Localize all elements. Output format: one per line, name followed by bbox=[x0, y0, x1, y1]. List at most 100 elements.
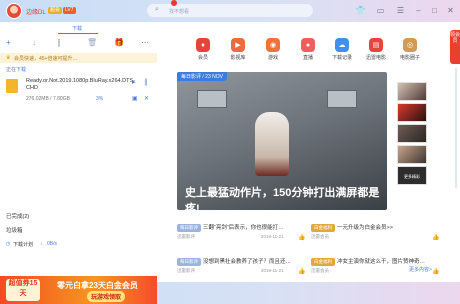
hero-figure bbox=[255, 112, 289, 176]
vip-boost-icon[interactable]: 🎁 bbox=[114, 38, 124, 47]
file-progress: 3% bbox=[96, 96, 104, 102]
side-vip-button[interactable]: 领会员 bbox=[450, 30, 460, 64]
vip-icon: ♦ bbox=[196, 38, 210, 52]
download-toolbar: + ↓ ∥ 🗑 🎁 ⋯ bbox=[0, 35, 157, 49]
thumbnail[interactable] bbox=[397, 145, 427, 164]
article-title: 冲女主演你就这么干，图片赞神奇… bbox=[337, 259, 426, 265]
article-item[interactable]: 每日影评 没想到黑社会教养了孩子？而且还… 迅雷影评 2019-11-21 👍 bbox=[177, 256, 307, 284]
thumbs-up-icon[interactable]: 👍 bbox=[298, 234, 305, 241]
cloud-icon: ☁ bbox=[335, 38, 349, 52]
nav-label: 迅雷电影 bbox=[365, 55, 386, 61]
article-author: 迅雷会员 bbox=[311, 234, 329, 239]
article-label: 白金福利 bbox=[311, 258, 335, 266]
banner-cta[interactable]: 玩游戏领取 bbox=[87, 291, 126, 302]
tab-download-label: 下载 bbox=[72, 26, 83, 32]
article-meta: 迅雷会员 👍 bbox=[311, 234, 441, 241]
menu-icon[interactable]: ☰ bbox=[396, 6, 405, 15]
film-icon: ▶ bbox=[231, 38, 245, 52]
nav-vip[interactable]: ♦ 会员 bbox=[190, 38, 216, 61]
pause-item-icon[interactable]: ∥ bbox=[144, 78, 148, 86]
thumbs-up-icon[interactable]: 👍 bbox=[432, 268, 439, 275]
search-icon[interactable]: ⌕ bbox=[155, 6, 159, 14]
thumbnail[interactable] bbox=[397, 124, 427, 143]
promo-banner[interactable]: 超值券15天 零元白拿23天白金会员 玩游戏领取 bbox=[0, 276, 157, 304]
train-window bbox=[197, 90, 227, 108]
minimize-icon[interactable]: – bbox=[414, 6, 423, 15]
article-date: 2019-11-21 bbox=[261, 268, 284, 273]
coupon-card: 超值券15天 bbox=[6, 279, 40, 301]
thumbnail[interactable] bbox=[397, 82, 427, 101]
article-meta: 迅雷影评 2019-11-21 👍 bbox=[177, 268, 307, 275]
schedule-label[interactable]: 下载计划 bbox=[13, 241, 33, 248]
play-icon[interactable]: ▸ bbox=[132, 78, 136, 86]
nav-label: 会员 bbox=[197, 55, 208, 61]
username[interactable]: 边缘DL bbox=[26, 7, 46, 16]
download-icon[interactable]: ↓ bbox=[32, 38, 36, 47]
nav-games[interactable]: ◉ 游戏 bbox=[260, 38, 286, 61]
thumbnail-more[interactable]: 更多精彩 bbox=[397, 166, 427, 185]
tab-download[interactable]: 下载 bbox=[0, 22, 157, 34]
thumbs-up-icon[interactable]: 👍 bbox=[432, 234, 439, 241]
download-item[interactable]: Ready.or.Not.2019.1080p.BluRay.x264.DTS-… bbox=[0, 75, 157, 107]
thumbs-up-icon[interactable]: 👍 bbox=[298, 268, 305, 275]
thumbnail[interactable] bbox=[397, 103, 427, 122]
speed-value: 0B/s bbox=[47, 241, 58, 247]
article-label: 每日影评 bbox=[177, 258, 201, 266]
hero-banner[interactable]: 每日影评 / 23 NOV 史上最猛动作片，150分钟打出满屏都是疼! bbox=[177, 72, 387, 210]
article-item[interactable]: 白金福利 一元升级为白金会员>> 迅雷会员 👍 bbox=[311, 222, 441, 250]
trash-link[interactable]: 垃圾箱 bbox=[6, 226, 23, 234]
more-icon[interactable]: ⋯ bbox=[141, 38, 149, 47]
nav-history[interactable]: ☁ 下载记录 bbox=[329, 38, 355, 61]
article-meta: 迅雷影评 2019-11-21 👍 bbox=[177, 234, 307, 241]
thumbnail-strip: 更多精彩 bbox=[397, 82, 427, 187]
article-author: 迅雷影评 bbox=[177, 268, 195, 273]
folder-open-icon[interactable]: ▣ bbox=[132, 95, 138, 102]
scrollbar[interactable] bbox=[455, 68, 457, 188]
message-icon[interactable]: ▭ bbox=[376, 6, 385, 15]
nav-label: 游戏 bbox=[267, 55, 278, 61]
tab-underline bbox=[58, 33, 98, 34]
gamepad-icon: ◉ bbox=[266, 38, 280, 52]
skin-icon[interactable]: 👕 bbox=[356, 6, 366, 15]
maximize-icon[interactable]: □ bbox=[430, 6, 439, 15]
notice-text: 会员快速，45+倍速可提升… bbox=[14, 56, 78, 62]
search-input[interactable]: 找不想看 bbox=[169, 8, 189, 15]
nav-xunlei-movie[interactable]: ▤ 迅雷电影 bbox=[363, 38, 389, 61]
delete-item-icon[interactable]: ✕ bbox=[144, 95, 149, 102]
pause-icon[interactable]: ∥ bbox=[57, 38, 61, 47]
nav-video-library[interactable]: ▶ 影视库 bbox=[225, 38, 251, 61]
download-panel: 下载 + ↓ ∥ 🗑 🎁 ⋯ ♛ 会员快速，45+倍速可提升… 正在下载 Rea… bbox=[0, 22, 157, 304]
folder-icon bbox=[6, 79, 18, 93]
vip-notice[interactable]: ♛ 会员快速，45+倍速可提升… bbox=[0, 53, 157, 63]
completed-link[interactable]: 已完成(2) bbox=[6, 212, 29, 220]
nav-live[interactable]: ● 直播 bbox=[295, 38, 321, 61]
article-author: 迅雷会员 bbox=[311, 268, 329, 273]
delete-icon[interactable]: 🗑 bbox=[87, 38, 97, 47]
article-title: 三翻“亮剑”后表示，你也很能打… bbox=[203, 225, 284, 231]
add-icon[interactable]: + bbox=[6, 38, 11, 47]
section-downloading: 正在下载 bbox=[6, 67, 27, 73]
article-author: 迅雷影评 bbox=[177, 234, 195, 239]
avatar[interactable] bbox=[6, 3, 22, 19]
nav-label: 直播 bbox=[302, 55, 313, 61]
circle-icon: ◎ bbox=[403, 38, 417, 52]
hero-tag: 每日影评 / 23 NOV bbox=[177, 72, 227, 81]
article-label: 每日影评 bbox=[177, 224, 201, 232]
article-date: 2019-11-21 bbox=[261, 234, 284, 239]
more-content-link[interactable]: 更多内容> bbox=[409, 266, 432, 273]
title-bar: 边缘DL 超会 LV7 ⌕ 找不想看 👕 ▭ ☰ – □ ✕ bbox=[0, 0, 460, 22]
close-icon[interactable]: ✕ bbox=[446, 6, 455, 15]
article-title: 一元升级为白金会员>> bbox=[337, 225, 393, 231]
nav-movie-circle[interactable]: ◎ 电影圈子 bbox=[397, 38, 423, 61]
clock-icon: ◷ bbox=[6, 241, 11, 247]
article-item[interactable]: 每日影评 三翻“亮剑”后表示，你也很能打… 迅雷影评 2019-11-21 👍 bbox=[177, 222, 307, 250]
train-window bbox=[327, 90, 357, 108]
article-label: 白金福利 bbox=[311, 224, 335, 232]
level-badge[interactable]: LV7 bbox=[63, 7, 76, 14]
vip-badge[interactable]: 超会 bbox=[48, 7, 63, 14]
nav-label: 下载记录 bbox=[331, 55, 352, 61]
hero-caption: 史上最猛动作片，150分钟打出满屏都是疼! bbox=[185, 187, 380, 210]
content-panel: ♦ 会员 ▶ 影视库 ◉ 游戏 ● 直播 ☁ 下载记录 ▤ 迅雷电影 ◎ 电影圈子 领会员 每… bbox=[157, 22, 460, 282]
movie-icon: ▤ bbox=[369, 38, 383, 52]
file-name: Ready.or.Not.2019.1080p.BluRay.x264.DTS-… bbox=[26, 78, 135, 91]
